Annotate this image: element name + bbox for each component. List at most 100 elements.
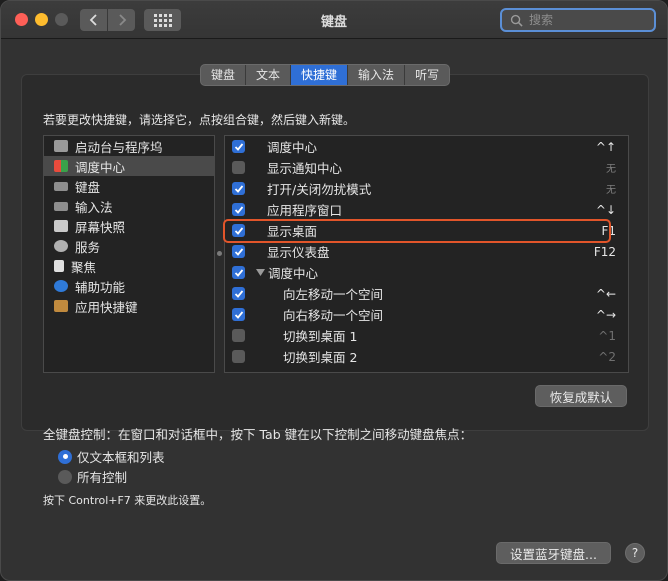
input-method-icon bbox=[54, 201, 68, 211]
checkmark-icon bbox=[234, 289, 243, 298]
shortcut-checkbox[interactable] bbox=[232, 224, 245, 237]
help-button[interactable]: ? bbox=[625, 543, 645, 563]
radio-label: 所有控制 bbox=[77, 470, 128, 485]
shortcut-label: 显示桌面 bbox=[267, 224, 318, 239]
shortcut-key[interactable]: ^↑ bbox=[596, 140, 616, 154]
shortcut-label: 向右移动一个空间 bbox=[283, 308, 384, 323]
category-label: 输入法 bbox=[75, 199, 113, 215]
shortcut-checkbox[interactable] bbox=[232, 182, 245, 195]
shortcut-label: 显示通知中心 bbox=[267, 161, 343, 176]
shortcut-row[interactable]: 应用程序窗口 ^↓ bbox=[225, 199, 628, 220]
category-label: 启动台与程序坞 bbox=[75, 139, 163, 155]
shortcut-row[interactable]: 向左移动一个空间 ^← bbox=[225, 283, 628, 304]
shortcut-list: 调度中心 ^↑ 显示通知中心 无 打开/关闭勿扰模式 无 应用程序窗口 ^↓ 显… bbox=[224, 135, 629, 373]
checkmark-icon bbox=[234, 247, 243, 256]
shortcut-row[interactable]: 显示通知中心 无 bbox=[225, 157, 628, 178]
split-view-handle[interactable] bbox=[217, 251, 222, 256]
category-label: 调度中心 bbox=[75, 159, 126, 175]
category-label: 辅助功能 bbox=[75, 279, 126, 295]
shortcut-key[interactable]: ^2 bbox=[598, 350, 616, 364]
category-item-app-shortcuts[interactable]: 应用快捷键 bbox=[44, 296, 214, 316]
shortcut-checkbox[interactable] bbox=[232, 287, 245, 300]
shortcut-row[interactable]: 向右移动一个空间 ^→ bbox=[225, 304, 628, 325]
category-label: 屏幕快照 bbox=[75, 219, 126, 235]
shortcut-key[interactable]: F1 bbox=[601, 224, 616, 238]
shortcut-key[interactable]: 无 bbox=[606, 160, 616, 175]
shortcut-key[interactable]: 无 bbox=[606, 181, 616, 196]
shortcut-checkbox[interactable] bbox=[232, 203, 245, 216]
radio-button-selected[interactable] bbox=[58, 449, 72, 464]
category-item-input-sources[interactable]: 输入法 bbox=[44, 196, 214, 216]
checkmark-icon bbox=[234, 226, 243, 235]
services-gear-icon bbox=[54, 240, 68, 252]
instruction-text: 若要更改快捷键，请选择它，点按组合键，然后键入新键。 bbox=[43, 113, 356, 127]
tab-input-sources[interactable]: 输入法 bbox=[348, 65, 406, 85]
shortcut-label: 打开/关闭勿扰模式 bbox=[267, 182, 372, 197]
category-item-mission-control[interactable]: 调度中心 bbox=[44, 156, 214, 176]
category-label: 键盘 bbox=[75, 179, 101, 195]
category-label: 应用快捷键 bbox=[75, 299, 138, 315]
radio-button[interactable] bbox=[58, 469, 72, 484]
spotlight-icon bbox=[54, 260, 64, 272]
category-list: 启动台与程序坞 调度中心 键盘 输入法 屏幕快照 服务 聚焦 辅助功能 应用快捷… bbox=[43, 135, 215, 373]
shortcut-group-row[interactable]: 调度中心 bbox=[225, 262, 628, 283]
radio-text-boxes-and-lists[interactable]: 仅文本框和列表 bbox=[58, 447, 165, 466]
shortcut-checkbox[interactable] bbox=[232, 308, 245, 321]
shortcut-key[interactable]: F12 bbox=[594, 245, 616, 259]
checkmark-icon bbox=[234, 310, 243, 319]
restore-defaults-button[interactable]: 恢复成默认 bbox=[535, 385, 627, 407]
category-label: 服务 bbox=[75, 239, 101, 255]
category-item-launchpad[interactable]: 启动台与程序坞 bbox=[44, 136, 214, 156]
shortcut-row[interactable]: 打开/关闭勿扰模式 无 bbox=[225, 178, 628, 199]
checkmark-icon bbox=[234, 184, 243, 193]
accessibility-icon bbox=[54, 280, 68, 292]
search-input[interactable] bbox=[529, 13, 639, 27]
shortcut-key[interactable]: ^1 bbox=[598, 329, 616, 343]
shortcut-row[interactable]: 调度中心 ^↑ bbox=[225, 136, 628, 157]
launchpad-icon bbox=[54, 140, 68, 152]
category-item-keyboard[interactable]: 键盘 bbox=[44, 176, 214, 196]
shortcut-key[interactable]: ^↓ bbox=[596, 203, 616, 217]
shortcut-checkbox[interactable] bbox=[232, 329, 245, 342]
shortcut-row[interactable]: 切换到桌面 1 ^1 bbox=[225, 325, 628, 346]
radio-label: 仅文本框和列表 bbox=[77, 450, 165, 465]
title-bar: 键盘 bbox=[1, 1, 667, 39]
shortcut-row[interactable]: 显示仪表盘 F12 bbox=[225, 241, 628, 262]
shortcut-label: 切换到桌面 2 bbox=[283, 350, 358, 365]
category-item-screenshots[interactable]: 屏幕快照 bbox=[44, 216, 214, 236]
search-icon bbox=[510, 14, 523, 27]
mission-control-icon bbox=[54, 160, 68, 172]
shortcut-checkbox[interactable] bbox=[232, 140, 245, 153]
tab-keyboard[interactable]: 键盘 bbox=[201, 65, 247, 85]
tab-bar: 键盘 文本 快捷键 输入法 听写 bbox=[200, 64, 451, 86]
shortcut-checkbox[interactable] bbox=[232, 350, 245, 363]
shortcut-key[interactable]: ^← bbox=[596, 287, 616, 301]
set-up-bluetooth-keyboard-button[interactable]: 设置蓝牙键盘... bbox=[496, 542, 611, 564]
category-label: 聚焦 bbox=[71, 259, 97, 275]
tab-shortcuts[interactable]: 快捷键 bbox=[291, 65, 349, 85]
shortcut-key[interactable]: ^→ bbox=[596, 308, 616, 322]
full-keyboard-hint: 按下 Control+F7 来更改此设置。 bbox=[43, 494, 212, 507]
shortcut-checkbox[interactable] bbox=[232, 161, 245, 174]
radio-all-controls[interactable]: 所有控制 bbox=[58, 467, 127, 486]
shortcut-row[interactable]: 切换到桌面 2 ^2 bbox=[225, 346, 628, 367]
checkmark-icon bbox=[234, 142, 243, 151]
shortcut-row[interactable]: 显示桌面 F1 bbox=[225, 220, 628, 241]
shortcut-checkbox[interactable] bbox=[232, 266, 245, 279]
category-item-accessibility[interactable]: 辅助功能 bbox=[44, 276, 214, 296]
disclosure-triangle-icon[interactable] bbox=[256, 269, 265, 276]
category-item-spotlight[interactable]: 聚焦 bbox=[44, 256, 214, 276]
checkmark-icon bbox=[234, 205, 243, 214]
shortcut-label: 调度中心 bbox=[267, 140, 318, 155]
tab-dictation[interactable]: 听写 bbox=[405, 65, 449, 85]
search-field[interactable] bbox=[500, 8, 656, 32]
full-keyboard-access-label: 全键盘控制：在窗口和对话框中，按下 Tab 键在以下控制之间移动键盘焦点： bbox=[43, 427, 473, 442]
tab-text[interactable]: 文本 bbox=[246, 65, 292, 85]
screenshot-icon bbox=[54, 220, 68, 232]
shortcut-checkbox[interactable] bbox=[232, 245, 245, 258]
checkmark-icon bbox=[234, 268, 243, 277]
category-item-services[interactable]: 服务 bbox=[44, 236, 214, 256]
shortcut-label: 向左移动一个空间 bbox=[283, 287, 384, 302]
keyboard-preferences-window: 键盘 键盘 文本 快捷键 输入法 听写 若要更改快捷键，请选择它，点按组合键，然… bbox=[0, 0, 668, 581]
app-shortcuts-icon bbox=[54, 300, 68, 312]
